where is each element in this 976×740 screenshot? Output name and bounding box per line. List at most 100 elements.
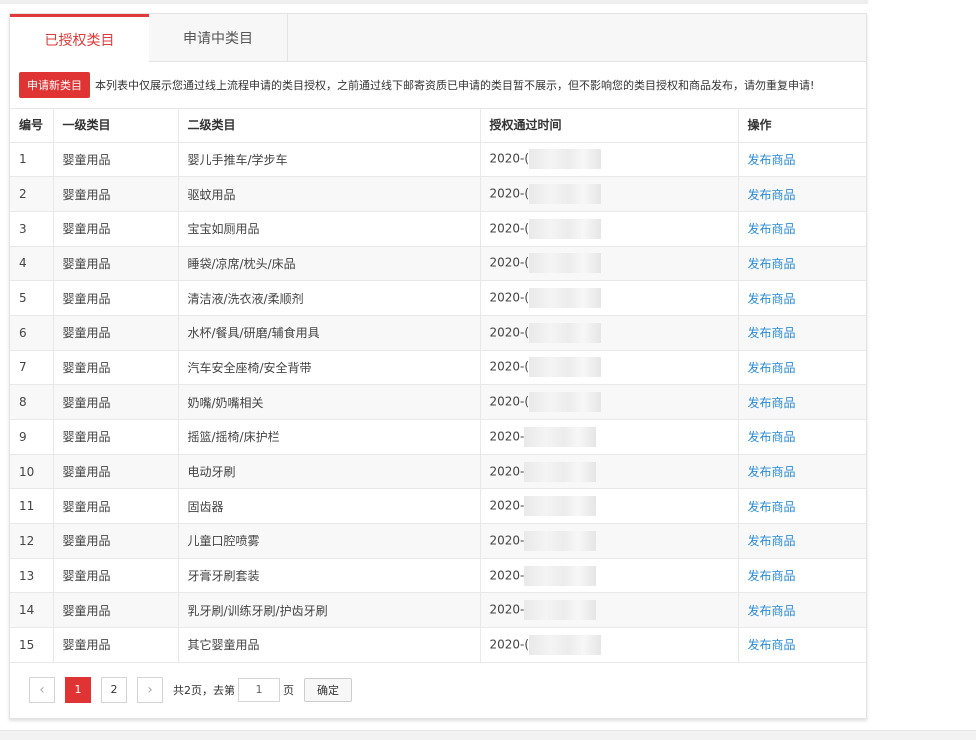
- total-pages-text: 共2页，去第: [173, 683, 235, 697]
- chevron-right-icon: ›: [147, 681, 153, 698]
- tab-authorized[interactable]: 已授权类目: [10, 14, 149, 62]
- publish-product-link[interactable]: 发布商品: [748, 465, 796, 479]
- publish-product-link[interactable]: 发布商品: [748, 257, 796, 271]
- cell-auth-time: 2020-(: [480, 315, 739, 351]
- publish-product-link[interactable]: 发布商品: [748, 534, 796, 548]
- cell-number: 14: [10, 592, 54, 629]
- table-row: 11 婴童用品 固齿器 2020- 发布商品: [10, 488, 866, 525]
- chevron-left-icon: ‹: [39, 681, 45, 698]
- table-row: 6 婴童用品 水杯/餐具/研磨/辅食用具 2020-(发布商品: [10, 315, 866, 351]
- category-table: 编号 一级类目 二级类目 授权通过时间 操作 1 婴童用品 婴儿手推车/学步车 202…: [10, 108, 866, 663]
- auth-time-text: 2020-: [489, 602, 525, 617]
- cell-number: 7: [10, 350, 54, 386]
- cell-level1-category: 婴童用品: [53, 592, 179, 629]
- tab-pending[interactable]: 申请中类目: [149, 14, 288, 61]
- cell-number: 11: [10, 488, 54, 525]
- cell-level1-category: 婴童用品: [53, 454, 179, 490]
- publish-product-link[interactable]: 发布商品: [748, 292, 796, 306]
- publish-product-link[interactable]: 发布商品: [748, 604, 796, 618]
- redacted-block: [524, 565, 597, 586]
- publish-product-link[interactable]: 发布商品: [748, 153, 796, 167]
- auth-time-text: 2020-: [489, 498, 525, 513]
- tab-bar: 已授权类目 申请中类目: [10, 14, 866, 62]
- header-number: 编号: [10, 108, 54, 143]
- table-row: 7 婴童用品 汽车安全座椅/安全背带 2020-(发布商品: [10, 350, 866, 386]
- table-row: 13 婴童用品 牙膏牙刷套装 2020- 发布商品: [10, 558, 866, 594]
- cell-action: 发布商品: [738, 280, 866, 316]
- cell-number: 13: [10, 558, 54, 594]
- cell-level2-category: 婴儿手推车/学步车: [178, 142, 481, 178]
- cell-level1-category: 婴童用品: [53, 419, 179, 455]
- cell-auth-time: 2020-(: [480, 627, 739, 663]
- page-1-button[interactable]: 1: [65, 676, 91, 703]
- cell-auth-time: 2020-: [480, 558, 739, 594]
- cell-number: 9: [10, 419, 54, 455]
- cell-number: 8: [10, 384, 54, 420]
- cell-action: 发布商品: [738, 454, 866, 490]
- apply-new-category-button[interactable]: 申请新类目: [19, 72, 90, 98]
- publish-product-link[interactable]: 发布商品: [748, 430, 796, 444]
- goto-confirm-button[interactable]: 确定: [304, 677, 352, 702]
- cell-number: 3: [10, 211, 54, 247]
- cell-action: 发布商品: [738, 246, 866, 282]
- cell-auth-time: 2020-(: [480, 384, 739, 420]
- publish-product-link[interactable]: 发布商品: [748, 396, 796, 410]
- table-row: 1 婴童用品 婴儿手推车/学步车 2020-(发布商品: [10, 142, 866, 178]
- redacted-block: [529, 253, 602, 274]
- cell-level1-category: 婴童用品: [53, 280, 179, 316]
- cell-level1-category: 婴童用品: [53, 384, 179, 420]
- cell-level2-category: 乳牙刷/训练牙刷/护齿牙刷: [178, 592, 481, 629]
- cell-level1-category: 婴童用品: [53, 142, 179, 178]
- publish-product-link[interactable]: 发布商品: [748, 188, 796, 202]
- cell-action: 发布商品: [738, 419, 866, 455]
- table-row: 5 婴童用品 清洁液/洗衣液/柔顺剂 2020-(发布商品: [10, 280, 866, 316]
- publish-product-link[interactable]: 发布商品: [748, 569, 796, 583]
- auth-time-text: 2020-(: [489, 325, 530, 340]
- publish-product-link[interactable]: 发布商品: [748, 638, 796, 652]
- header-level2-category: 二级类目: [178, 108, 481, 143]
- redacted-block: [529, 392, 602, 413]
- cell-level2-category: 宝宝如厕用品: [178, 211, 481, 247]
- cell-action: 发布商品: [738, 350, 866, 386]
- publish-product-link[interactable]: 发布商品: [748, 326, 796, 340]
- auth-time-text: 2020-(: [489, 359, 530, 374]
- cell-level2-category: 摇篮/摇椅/床护栏: [178, 419, 481, 455]
- page-2-button[interactable]: 2: [101, 676, 127, 703]
- cell-auth-time: 2020-: [480, 592, 739, 629]
- cell-action: 发布商品: [738, 523, 866, 559]
- cell-level2-category: 汽车安全座椅/安全背带: [178, 350, 481, 386]
- auth-time-text: 2020-: [489, 533, 525, 548]
- table-row: 14 婴童用品 乳牙刷/训练牙刷/护齿牙刷 2020- 发布商品: [10, 592, 866, 629]
- publish-product-link[interactable]: 发布商品: [748, 222, 796, 236]
- top-strip: [0, 0, 868, 4]
- cell-action: 发布商品: [738, 488, 866, 525]
- cell-auth-time: 2020-(: [480, 142, 739, 178]
- cell-level2-category: 电动牙刷: [178, 454, 481, 490]
- header-action: 操作: [738, 108, 866, 143]
- redacted-block: [529, 184, 602, 205]
- cell-level2-category: 驱蚊用品: [178, 176, 481, 212]
- publish-product-link[interactable]: 发布商品: [748, 361, 796, 375]
- cell-level2-category: 水杯/餐具/研磨/辅食用具: [178, 315, 481, 351]
- auth-time-text: 2020-: [489, 568, 525, 583]
- goto-page-input[interactable]: [238, 677, 280, 702]
- cell-action: 发布商品: [738, 558, 866, 594]
- publish-product-link[interactable]: 发布商品: [748, 500, 796, 514]
- table-row: 3 婴童用品 宝宝如厕用品 2020-(发布商品: [10, 211, 866, 247]
- header-level1-category: 一级类目: [53, 108, 179, 143]
- cell-level2-category: 儿童口腔喷雾: [178, 523, 481, 559]
- redacted-block: [529, 149, 602, 170]
- cell-action: 发布商品: [738, 384, 866, 420]
- redacted-block: [529, 634, 602, 655]
- cell-action: 发布商品: [738, 315, 866, 351]
- cell-level1-category: 婴童用品: [53, 488, 179, 525]
- header-auth-time: 授权通过时间: [480, 108, 739, 143]
- notice-text: 本列表中仅展示您通过线上流程申请的类目授权，之前通过线下邮寄资质已申请的类目暂不…: [95, 79, 815, 92]
- redacted-block: [524, 496, 597, 517]
- cell-level1-category: 婴童用品: [53, 246, 179, 282]
- next-page-button[interactable]: ›: [137, 676, 163, 703]
- page-suffix-text: 页: [283, 683, 294, 697]
- cell-level1-category: 婴童用品: [53, 523, 179, 559]
- prev-page-button[interactable]: ‹: [29, 676, 55, 703]
- cell-level2-category: 睡袋/凉席/枕头/床品: [178, 246, 481, 282]
